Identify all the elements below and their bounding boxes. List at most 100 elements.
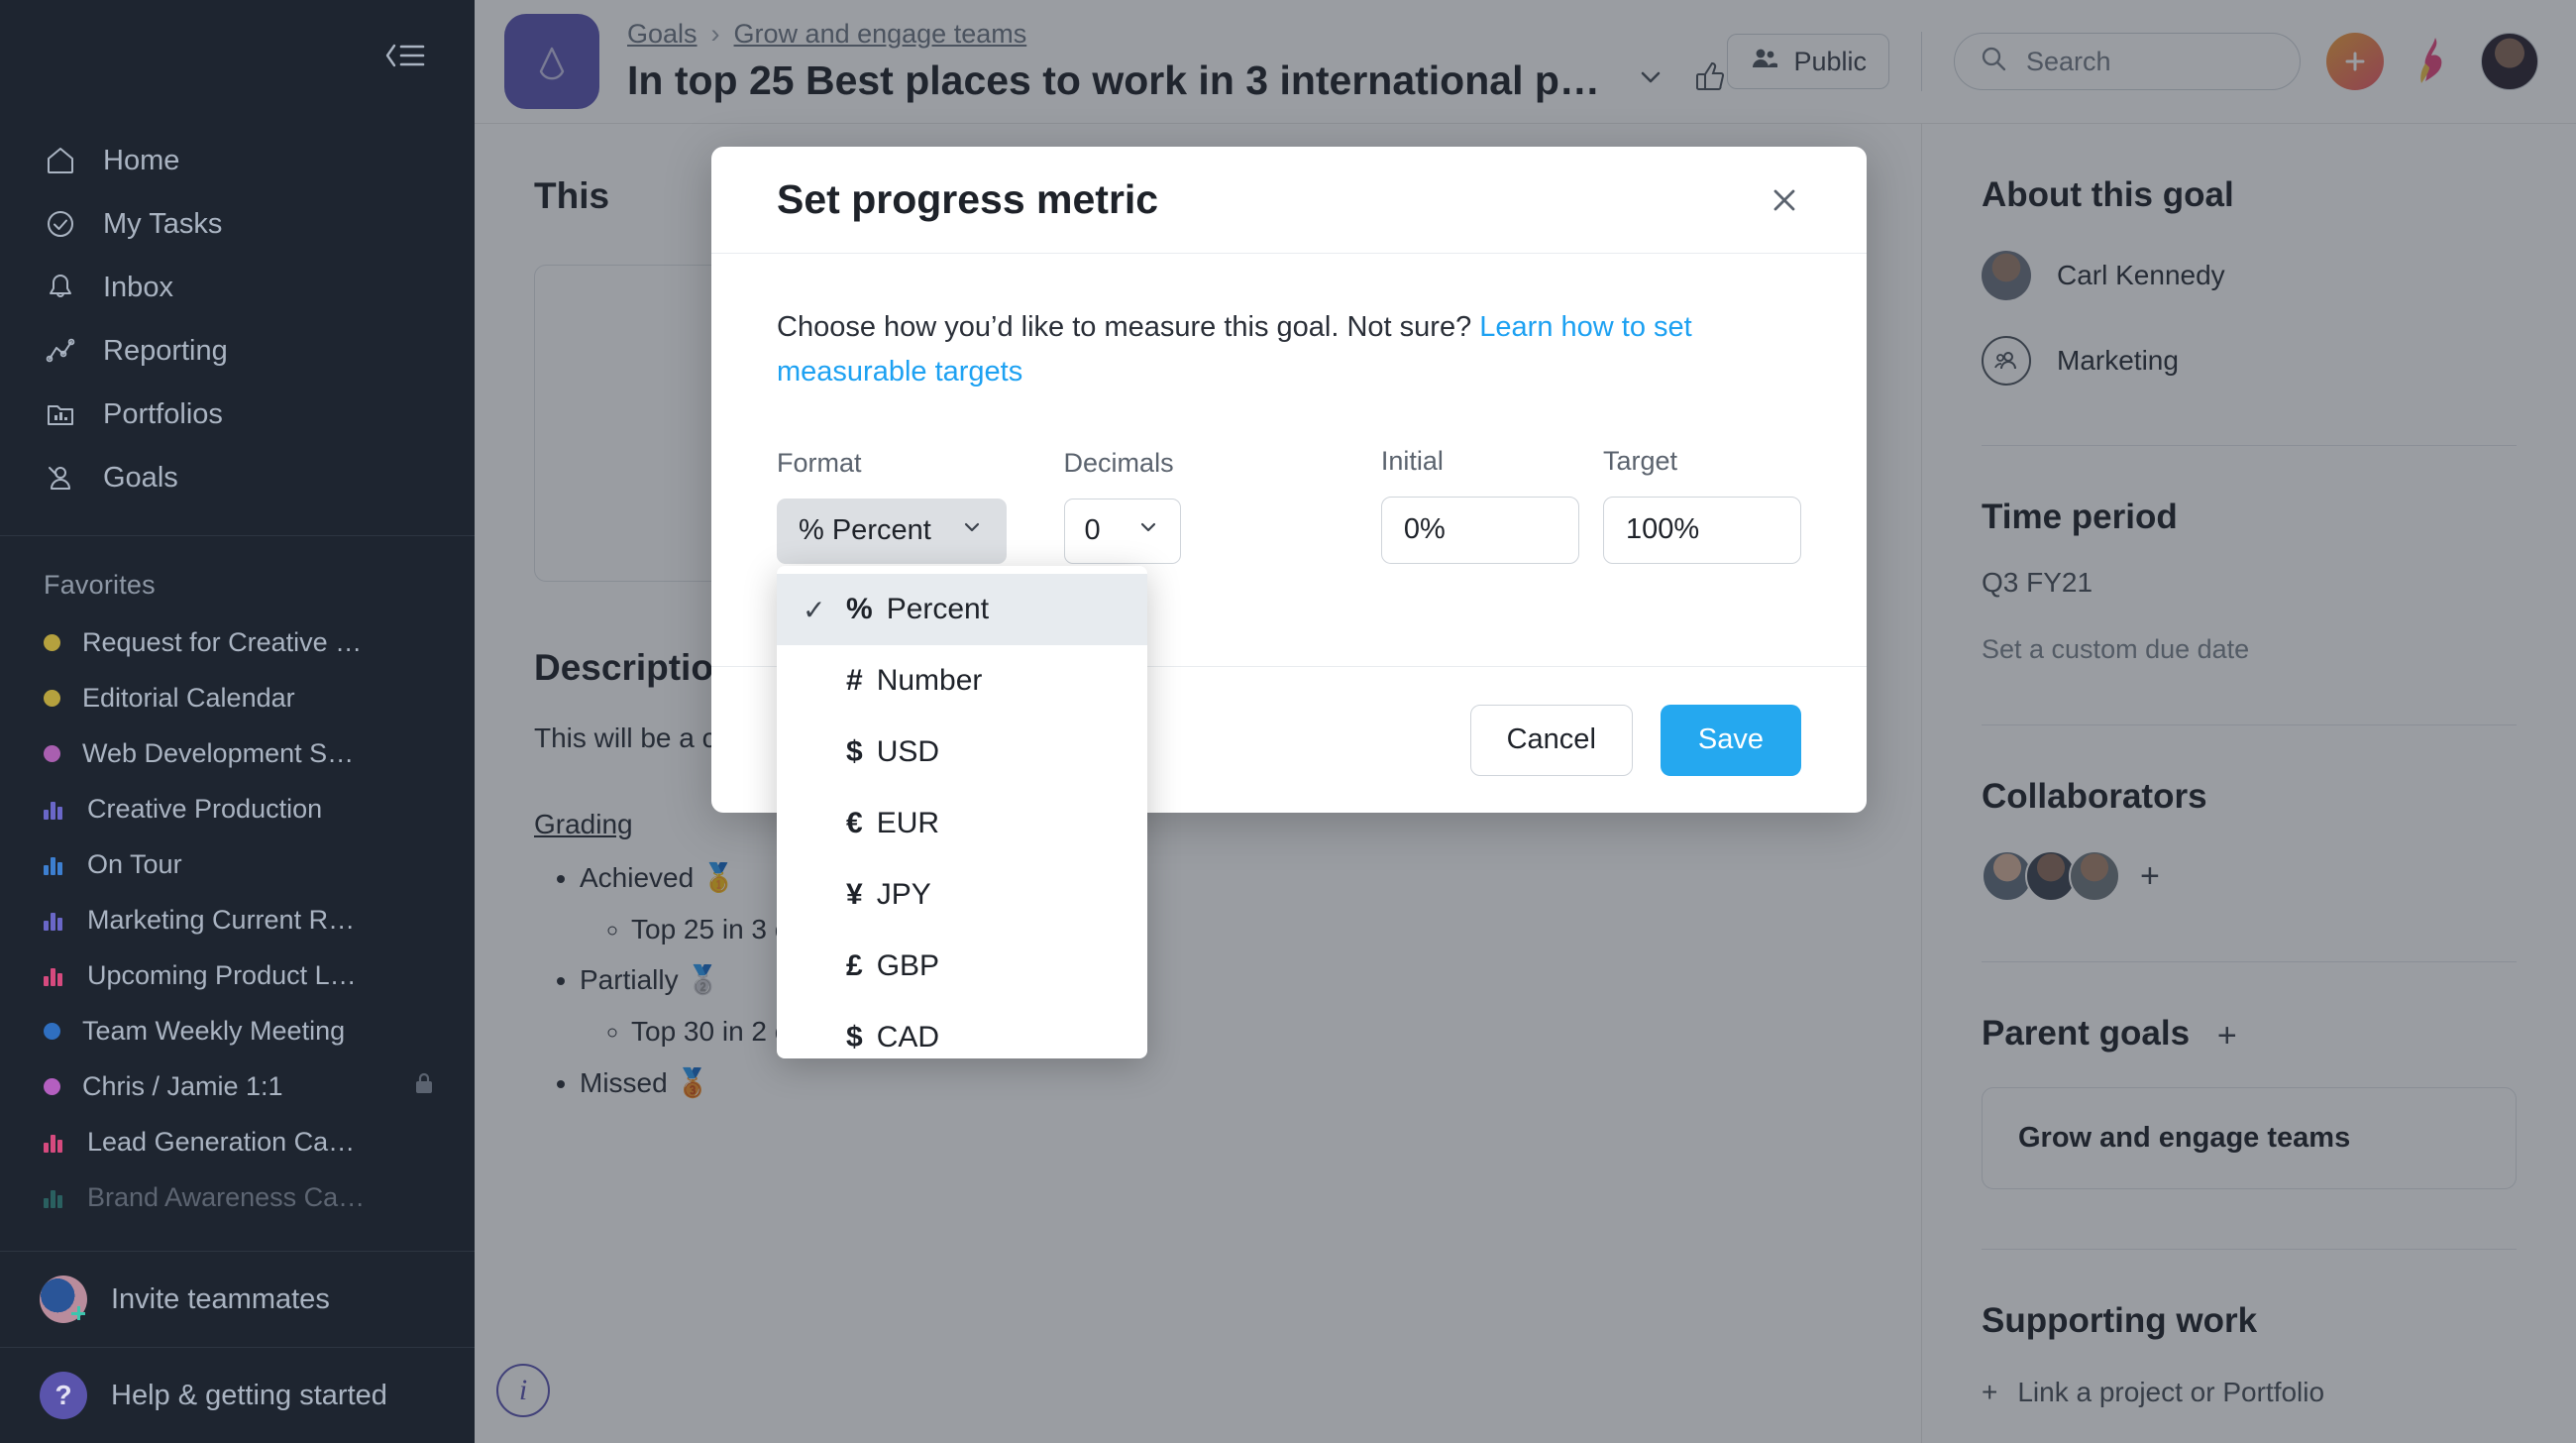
sidebar-item-reporting[interactable]: Reporting <box>0 319 475 383</box>
dropdown-option-jpy[interactable]: ¥ JPY <box>777 859 1147 931</box>
decimals-value: 0 <box>1084 514 1101 547</box>
app-root: Home My Tasks Inbox Reporting Portfolios… <box>0 0 2576 1443</box>
favorite-item[interactable]: Upcoming Product L… <box>0 947 475 1003</box>
favorite-item[interactable]: Brand Awareness Ca… <box>0 1169 475 1225</box>
dialog-description-text: Choose how you’d like to measure this go… <box>777 311 1480 343</box>
dropdown-option-usd[interactable]: $ USD <box>777 717 1147 788</box>
chevron-down-icon <box>959 514 985 548</box>
invite-teammates-icon <box>40 1276 87 1323</box>
decimals-label: Decimals <box>1063 447 1174 478</box>
help-getting-started-button[interactable]: ? Help & getting started <box>0 1348 475 1443</box>
dashboard-bars-icon <box>44 964 65 986</box>
dropdown-option-percent[interactable]: ✓ % Percent <box>777 574 1147 645</box>
sidebar-item-label: Goals <box>103 461 178 494</box>
dashboard-bars-icon <box>44 853 65 875</box>
favorites-list: Request for Creative … Editorial Calenda… <box>0 614 475 1225</box>
sidebar-item-my-tasks[interactable]: My Tasks <box>0 192 475 256</box>
option-label: Percent <box>886 593 990 625</box>
favorite-label: Marketing Current R… <box>87 904 356 935</box>
sidebar-top <box>0 0 475 111</box>
metric-fields-row: Format % Percent Decimals 0 Initial 0% T… <box>777 446 1801 564</box>
project-color-dot <box>44 1022 60 1040</box>
invite-teammates-button[interactable]: Invite teammates <box>0 1252 475 1347</box>
favorite-label: Creative Production <box>87 793 323 824</box>
dialog-header: Set progress metric <box>711 147 1867 254</box>
project-color-dot <box>44 689 60 707</box>
dashboard-bars-icon <box>44 1186 65 1208</box>
favorite-label: Team Weekly Meeting <box>82 1015 346 1046</box>
sidebar-item-portfolios[interactable]: Portfolios <box>0 383 475 446</box>
favorite-label: Editorial Calendar <box>82 682 295 713</box>
cancel-button[interactable]: Cancel <box>1469 704 1633 776</box>
favorite-item[interactable]: Marketing Current R… <box>0 892 475 947</box>
format-value: % Percent <box>799 514 931 547</box>
help-label: Help & getting started <box>111 1379 387 1411</box>
chevron-down-icon <box>1136 514 1160 547</box>
target-input[interactable] <box>1603 496 1801 564</box>
check-circle-icon <box>44 207 77 241</box>
initial-label: Initial <box>1380 445 1444 476</box>
portfolio-folder-icon <box>44 397 77 431</box>
sidebar-item-label: Portfolios <box>103 397 223 430</box>
close-icon[interactable] <box>1758 173 1811 227</box>
dropdown-option-cad[interactable]: $ CAD <box>777 1002 1147 1058</box>
sidebar-item-label: Home <box>103 144 180 176</box>
option-symbol: $ <box>846 735 863 768</box>
dropdown-option-number[interactable]: # Number <box>777 645 1147 717</box>
bell-icon <box>44 271 77 304</box>
sidebar-item-label: Inbox <box>103 271 173 303</box>
target-field: Target <box>1603 446 1801 564</box>
dialog-title: Set progress metric <box>777 176 1159 222</box>
option-symbol: £ <box>846 949 863 982</box>
dropdown-option-gbp[interactable]: £ GBP <box>777 931 1147 1002</box>
favorite-item[interactable]: Team Weekly Meeting <box>0 1003 475 1058</box>
favorite-item[interactable]: Creative Production <box>0 781 475 836</box>
format-select[interactable]: % Percent <box>777 498 1007 564</box>
decimals-select[interactable]: 0 <box>1063 498 1181 564</box>
option-label: CAD <box>876 1021 940 1054</box>
sidebar-item-label: Reporting <box>103 334 228 367</box>
option-label: EUR <box>876 807 940 839</box>
target-label: Target <box>1603 445 1678 476</box>
initial-field: Initial <box>1380 445 1579 564</box>
favorite-item[interactable]: On Tour <box>0 836 475 892</box>
sidebar-item-home[interactable]: Home <box>0 129 475 192</box>
question-mark-icon: ? <box>40 1372 87 1419</box>
invite-teammates-label: Invite teammates <box>111 1282 330 1315</box>
save-button[interactable]: Save <box>1660 704 1801 776</box>
option-label: Number <box>876 664 983 697</box>
sidebar-item-inbox[interactable]: Inbox <box>0 256 475 319</box>
favorite-label: On Tour <box>87 848 182 879</box>
format-dropdown-menu: ✓ % Percent # Number $ USD € EUR ¥ JPY £… <box>777 566 1147 1058</box>
dialog-body: Choose how you’d like to measure this go… <box>711 254 1867 564</box>
favorite-item[interactable]: Request for Creative … <box>0 614 475 670</box>
option-symbol: # <box>846 664 863 697</box>
lock-icon <box>413 1070 435 1103</box>
option-symbol: € <box>846 807 863 839</box>
dropdown-option-eur[interactable]: € EUR <box>777 788 1147 859</box>
favorite-item[interactable]: Lead Generation Ca… <box>0 1114 475 1169</box>
favorite-item[interactable]: Editorial Calendar <box>0 670 475 725</box>
option-label: USD <box>876 735 940 768</box>
favorite-item[interactable]: Chris / Jamie 1:1 <box>0 1058 475 1114</box>
option-symbol: ¥ <box>846 878 863 911</box>
favorite-label: Chris / Jamie 1:1 <box>82 1070 283 1101</box>
option-symbol: % <box>846 593 873 625</box>
dashboard-bars-icon <box>44 909 65 931</box>
favorite-label: Upcoming Product L… <box>87 959 357 990</box>
collapse-menu-icon[interactable] <box>381 41 427 70</box>
sidebar-item-goals[interactable]: Goals <box>0 446 475 509</box>
favorite-label: Lead Generation Ca… <box>87 1126 356 1157</box>
favorites-heading: Favorites <box>44 570 156 600</box>
project-color-dot <box>44 1077 60 1095</box>
left-sidebar: Home My Tasks Inbox Reporting Portfolios… <box>0 0 475 1443</box>
favorite-label: Request for Creative … <box>82 626 363 657</box>
home-icon <box>44 144 77 177</box>
sidebar-bottom: Invite teammates ? Help & getting starte… <box>0 1251 475 1443</box>
dialog-description: Choose how you’d like to measure this go… <box>777 305 1728 394</box>
sidebar-item-label: My Tasks <box>103 207 223 240</box>
format-label: Format <box>777 447 862 478</box>
favorite-item[interactable]: Web Development S… <box>0 725 475 781</box>
option-symbol: $ <box>846 1021 863 1054</box>
initial-input[interactable] <box>1380 496 1579 564</box>
